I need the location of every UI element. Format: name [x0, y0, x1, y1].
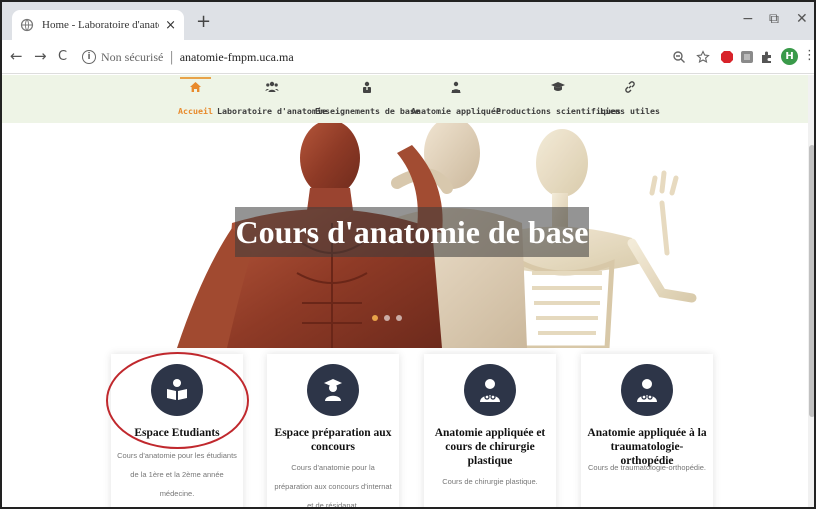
slider-dot[interactable] [396, 315, 402, 321]
home-icon [189, 81, 202, 98]
restore-button[interactable]: ⧉ [769, 12, 779, 26]
nav-label: Laboratoire d'anatomie [217, 106, 327, 116]
tab-close-icon[interactable]: × [165, 18, 176, 33]
slider-dot[interactable] [384, 315, 390, 321]
slider-dot[interactable] [372, 315, 378, 321]
reload-button[interactable]: C [58, 49, 67, 64]
link-icon [624, 81, 636, 98]
puzzle-icon[interactable] [760, 50, 774, 64]
nav-label: Anatomie appliquée [411, 106, 501, 116]
address-bar[interactable]: i Non sécurisé | anatomie-fmpm.uca.ma [82, 45, 682, 69]
card-description-line: Cours de chirurgie plastique. [442, 477, 538, 486]
nav-anatomie-appliquee[interactable]: Anatomie appliquée [411, 81, 501, 116]
card-description-line: Cours d'anatomie pour la [291, 463, 375, 472]
highlight-circle-annotation [106, 352, 249, 449]
minimize-button[interactable]: − [742, 12, 754, 26]
new-tab-button[interactable]: + [196, 13, 211, 31]
site-navigation: Accueil Laboratoire d'anatomie Enseignem… [2, 75, 808, 123]
users-icon [265, 81, 279, 98]
close-window-button[interactable]: ✕ [796, 12, 808, 26]
globe-icon [20, 18, 34, 32]
profile-avatar[interactable]: H [781, 48, 798, 65]
slider-dots [372, 315, 402, 321]
card-description: Cours de traumatologie-orthopédie. [585, 458, 709, 477]
star-icon[interactable] [696, 50, 710, 64]
adblock-icon[interactable] [720, 50, 734, 64]
nav-label: Liens utiles [600, 106, 660, 116]
nav-liens-utiles[interactable]: Liens utiles [600, 81, 660, 116]
zoom-icon[interactable] [672, 50, 686, 64]
card-chirurgie-plastique[interactable]: Anatomie appliquée et cours de chirurgie… [424, 354, 556, 507]
tab-strip: Home - Laboratoire d'anatomie × + − ⧉ ✕ [2, 2, 814, 40]
graduation-cap-icon [550, 81, 566, 98]
back-button[interactable]: ← [10, 49, 23, 64]
card-description-line: de la 1ère et la 2ème année [130, 470, 224, 479]
browser-window: Home - Laboratoire d'anatomie × + − ⧉ ✕ … [0, 0, 816, 509]
card-title[interactable]: Anatomie appliquée et cours de chirurgie… [428, 426, 552, 468]
card-description-line: Cours de traumatologie-orthopédie. [588, 463, 706, 472]
scrollbar-thumb[interactable] [809, 145, 814, 417]
user-tie-icon [450, 81, 462, 98]
info-icon[interactable]: i [82, 50, 96, 64]
card-traumatologie[interactable]: Anatomie appliquée à la traumatologie-or… [581, 354, 713, 507]
url-text[interactable]: anatomie-fmpm.uca.ma [180, 50, 294, 65]
url-separator: | [169, 49, 174, 65]
hero-title: Cours d'anatomie de base [235, 213, 589, 250]
card-description: Cours d'anatomie pour la préparation aux… [271, 458, 395, 509]
nav-enseignements[interactable]: Enseignements de base [315, 81, 420, 116]
browser-toolbar: ← → C i Non sécurisé | anatomie-fmpm.uca… [2, 40, 814, 74]
nav-label: Accueil [178, 106, 213, 116]
nav-laboratoire[interactable]: Laboratoire d'anatomie [217, 81, 327, 116]
doctor-icon [621, 364, 673, 416]
forward-button[interactable]: → [34, 49, 47, 64]
tab-title: Home - Laboratoire d'anatomie [42, 19, 159, 31]
doctor-icon [464, 364, 516, 416]
nav-accueil[interactable]: Accueil [178, 77, 213, 116]
page-scrollbar[interactable] [808, 75, 814, 507]
hero-title-box: Cours d'anatomie de base [235, 207, 589, 257]
card-espace-preparation[interactable]: Espace préparation aux concours Cours d'… [267, 354, 399, 509]
extension-icon[interactable] [740, 50, 754, 64]
hero-slider: Cours d'anatomie de base [2, 123, 808, 348]
security-label: Non sécurisé [101, 49, 164, 64]
card-description-line: médecine. [159, 489, 195, 498]
card-description-line: et de résidanat. [307, 501, 359, 509]
browser-tab[interactable]: Home - Laboratoire d'anatomie × [12, 10, 184, 40]
nav-label: Enseignements de base [315, 106, 420, 116]
card-title[interactable]: Espace préparation aux concours [271, 426, 395, 454]
card-description-line: préparation aux concours d'internat [274, 482, 392, 491]
teacher-icon [361, 81, 373, 98]
menu-button[interactable]: ⋮ [803, 49, 814, 62]
graduate-icon [307, 364, 359, 416]
card-description: Cours d'anatomie pour les étudiants de l… [115, 446, 239, 503]
card-description: Cours de chirurgie plastique. [428, 472, 552, 491]
